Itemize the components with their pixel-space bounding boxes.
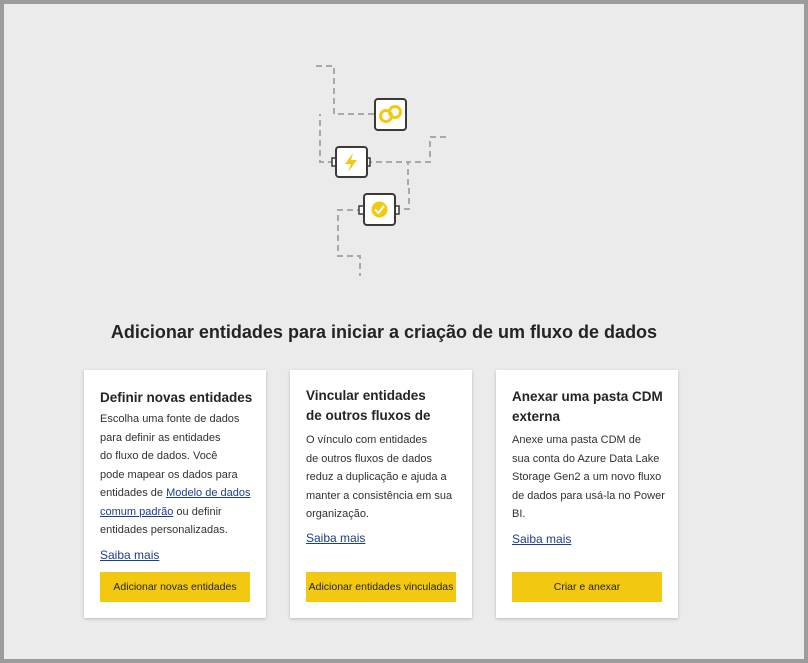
dataflow-illustration (316, 65, 446, 276)
check-badge-icon (358, 193, 400, 226)
page-heading: Adicionar entidades para iniciar a criaç… (110, 322, 658, 342)
add-linked-entities-button[interactable]: Adicionar entidades vinculadas (306, 572, 456, 602)
card-title: Vincular entidades de outros fluxos de (306, 388, 431, 423)
link-icon (374, 98, 407, 131)
add-new-entities-button[interactable]: Adicionar novas entidades (100, 572, 250, 602)
cdm-link-continued[interactable]: comum padrão (100, 506, 173, 518)
learn-more-link[interactable]: Saiba mais (306, 531, 365, 545)
create-and-attach-button[interactable]: Criar e anexar (512, 572, 662, 602)
card-title: Anexar uma pasta CDM externa (512, 389, 663, 424)
learn-more-link[interactable]: Saiba mais (100, 548, 159, 562)
card-define-new-entities: Definir novas entidades Escolha uma font… (84, 370, 266, 618)
card-description: O vínculo com entidades de outros fluxos… (306, 434, 453, 520)
cdm-link[interactable]: Modelo de dados (166, 487, 250, 499)
card-attach-cdm-folder: Anexar uma pasta CDM externa Anexe uma p… (496, 370, 678, 618)
card-link-entities: Vincular entidades de outros fluxos de O… (290, 370, 472, 618)
card-title: Definir novas entidades (100, 390, 253, 405)
card-description: Escolha uma fonte de dados para definir … (100, 413, 251, 536)
lightning-icon (331, 146, 371, 178)
learn-more-link[interactable]: Saiba mais (512, 532, 571, 546)
card-description: Anexe uma pasta CDM de sua conta do Azur… (512, 434, 665, 520)
main-panel: Adicionar entidades para iniciar a criaç… (0, 0, 808, 663)
